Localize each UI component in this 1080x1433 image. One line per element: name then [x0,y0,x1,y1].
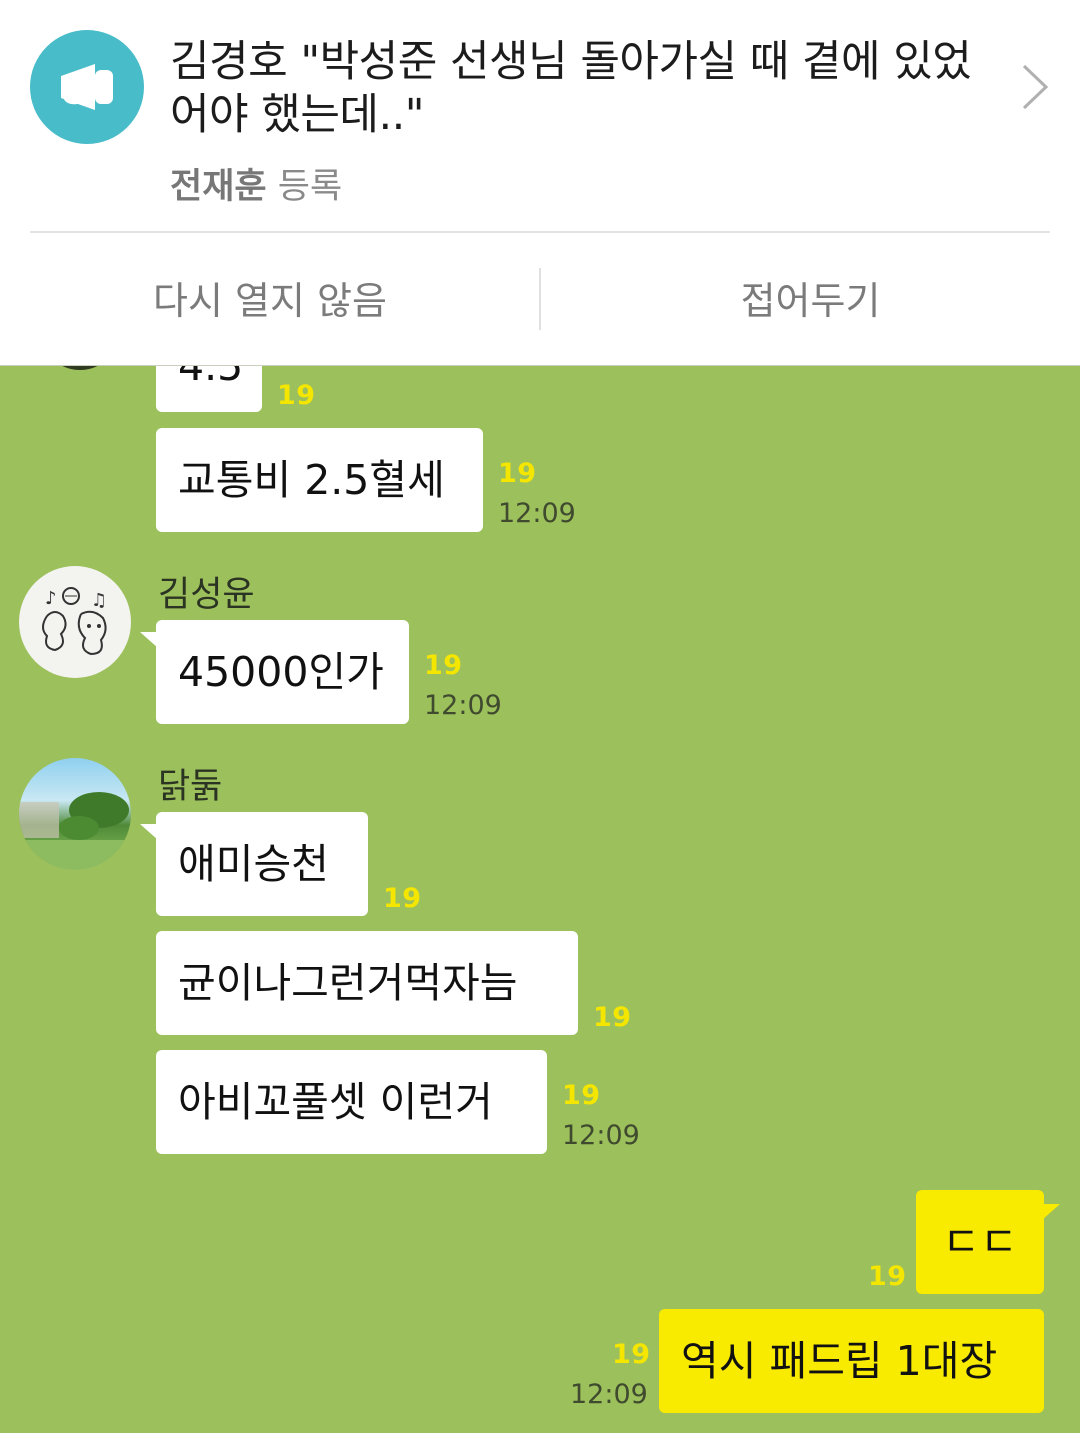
message-bubble[interactable]: 45000인가 [140,620,409,724]
message-bubble[interactable]: 애미승천 [140,812,368,916]
svg-text:♫: ♫ [91,590,107,611]
dont-open-again-button[interactable]: 다시 열지 않음 [0,268,540,334]
chevron-right-icon[interactable] [1020,62,1050,116]
unread-count: 19 [612,1339,651,1370]
my-message-bubble[interactable]: ㄷㄷ [916,1190,1060,1294]
unread-count: 19 [868,1261,907,1292]
doodle-avatar[interactable]: ♪ ♫ [19,566,131,678]
message-text: 교통비 2.5혈세 [178,456,445,504]
notice-registered-label: 등록 [277,167,343,207]
unread-count: 19 [383,883,422,914]
svg-text:♪: ♪ [45,588,57,609]
my-message-bubble[interactable]: 역시 패드립 1대장 [659,1309,1044,1413]
megaphone-icon [30,30,144,144]
unread-count: 19 [593,1002,632,1033]
sender-name: 김성윤 [158,575,255,615]
timestamp: 12:09 [424,690,502,721]
sender-name: 닭둙 [158,767,223,807]
notice-panel[interactable]: 김경호 "박성준 선생님 돌아가실 때 곁에 있었어야 했는데.." 전재훈 등… [0,0,1080,366]
timestamp: 12:09 [570,1379,648,1410]
unread-count: 19 [424,650,463,681]
message-bubble[interactable]: 균이나그런거먹자늠 [156,931,578,1035]
message-text: 아비꼬풀셋 이런거 [178,1078,493,1126]
message-text: 애미승천 [178,840,329,888]
message-bubble[interactable]: 아비꼬풀셋 이런거 [156,1050,547,1154]
divider [30,231,1050,233]
message-text: 균이나그런거먹자늠 [178,959,518,1007]
unread-count: 19 [277,380,316,411]
landscape-avatar[interactable] [19,758,131,870]
notice-author: 전재훈 [170,167,267,207]
unread-count: 19 [498,458,537,489]
timestamp: 12:09 [562,1120,640,1151]
unread-count: 19 [562,1080,601,1111]
timestamp: 12:09 [498,498,576,529]
collapse-button[interactable]: 접어두기 [541,268,1080,334]
notice-meta: 전재훈 등록 [170,158,342,209]
message-text: 45000인가 [178,648,384,696]
message-bubble[interactable]: 교통비 2.5혈세 [156,428,483,532]
message-text: 역시 패드립 1대장 [681,1337,998,1385]
message-text: ㄷㄷ [942,1218,1018,1266]
notice-title[interactable]: 김경호 "박성준 선생님 돌아가실 때 곁에 있었어야 했는데.." [170,36,990,142]
